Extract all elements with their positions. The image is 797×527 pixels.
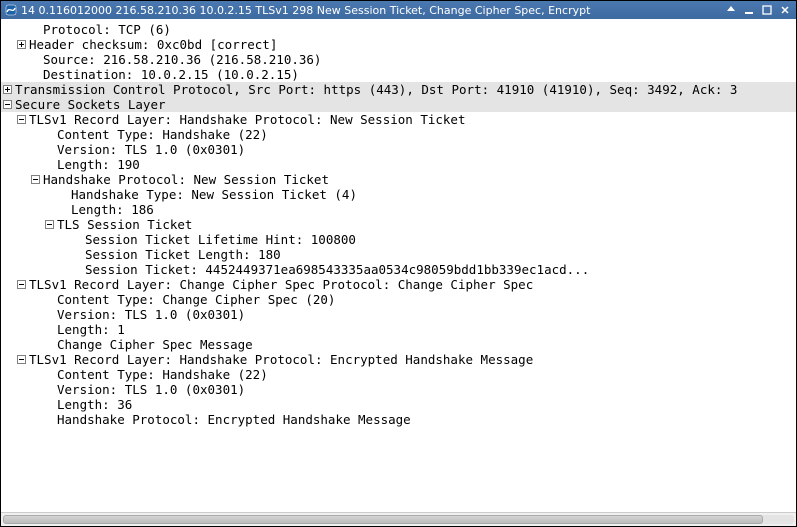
roll-up-icon[interactable] bbox=[724, 3, 738, 17]
collapse-icon[interactable] bbox=[1, 98, 15, 112]
tree-label: Change Cipher Spec Message bbox=[57, 337, 796, 352]
tree-row[interactable]: Version: TLS 1.0 (0x0301) bbox=[1, 307, 796, 322]
tree-label: Secure Sockets Layer bbox=[15, 97, 796, 112]
tree-label: Length: 36 bbox=[57, 397, 796, 412]
tree-row[interactable]: TLSv1 Record Layer: Handshake Protocol: … bbox=[1, 112, 796, 127]
tree-row[interactable]: Session Ticket Length: 180 bbox=[1, 247, 796, 262]
tree-label: TLS Session Ticket bbox=[57, 217, 796, 232]
tree-spacer bbox=[71, 248, 85, 262]
tree-label: Header checksum: 0xc0bd [correct] bbox=[29, 37, 796, 52]
tree-spacer bbox=[57, 188, 71, 202]
tree-label: Session Ticket Lifetime Hint: 100800 bbox=[85, 232, 796, 247]
tree-label: Session Ticket Length: 180 bbox=[85, 247, 796, 262]
tree-row[interactable]: Content Type: Change Cipher Spec (20) bbox=[1, 292, 796, 307]
tree-row[interactable]: Header checksum: 0xc0bd [correct] bbox=[1, 37, 796, 52]
tree-label: TLSv1 Record Layer: Change Cipher Spec P… bbox=[29, 277, 796, 292]
tree-label: Handshake Protocol: New Session Ticket bbox=[43, 172, 796, 187]
tree-row[interactable]: Handshake Protocol: New Session Ticket bbox=[1, 172, 796, 187]
tree-spacer bbox=[43, 413, 57, 427]
tree-label: Handshake Protocol: Encrypted Handshake … bbox=[57, 412, 796, 427]
tree-label: Length: 190 bbox=[57, 157, 796, 172]
tree-spacer bbox=[29, 53, 43, 67]
tree-label: Content Type: Handshake (22) bbox=[57, 127, 796, 142]
tree-spacer bbox=[43, 383, 57, 397]
tree-row[interactable]: Protocol: TCP (6) bbox=[1, 22, 796, 37]
tree-label: Content Type: Change Cipher Spec (20) bbox=[57, 292, 796, 307]
tree-spacer bbox=[29, 68, 43, 82]
tree-row[interactable]: Length: 1 bbox=[1, 322, 796, 337]
tree-spacer bbox=[29, 23, 43, 37]
packet-details-window: 14 0.116012000 216.58.210.36 10.0.2.15 T… bbox=[0, 0, 797, 527]
tree-row[interactable]: Length: 190 bbox=[1, 157, 796, 172]
tree-label: Handshake Type: New Session Ticket (4) bbox=[71, 187, 796, 202]
tree-label: Version: TLS 1.0 (0x0301) bbox=[57, 307, 796, 322]
collapse-icon[interactable] bbox=[29, 173, 43, 187]
tree-spacer bbox=[43, 128, 57, 142]
tree-row[interactable]: Change Cipher Spec Message bbox=[1, 337, 796, 352]
tree-label: Transmission Control Protocol, Src Port:… bbox=[15, 82, 796, 97]
collapse-icon[interactable] bbox=[43, 218, 57, 232]
app-icon bbox=[5, 4, 17, 16]
window-title: 14 0.116012000 216.58.210.36 10.0.2.15 T… bbox=[21, 3, 720, 18]
tree-spacer bbox=[43, 323, 57, 337]
tree-spacer bbox=[43, 308, 57, 322]
tree-spacer bbox=[43, 158, 57, 172]
maximize-icon[interactable] bbox=[760, 3, 774, 17]
tree-label: Version: TLS 1.0 (0x0301) bbox=[57, 382, 796, 397]
tree-row[interactable]: Version: TLS 1.0 (0x0301) bbox=[1, 382, 796, 397]
tree-label: Destination: 10.0.2.15 (10.0.2.15) bbox=[43, 67, 796, 82]
expand-icon[interactable] bbox=[1, 83, 15, 97]
tree-row[interactable]: Secure Sockets Layer bbox=[1, 97, 796, 112]
tree-label: Source: 216.58.210.36 (216.58.210.36) bbox=[43, 52, 796, 67]
tree-label: Session Ticket: 4452449371ea698543335aa0… bbox=[85, 262, 796, 277]
tree-label: Content Type: Handshake (22) bbox=[57, 367, 796, 382]
tree-row[interactable]: Destination: 10.0.2.15 (10.0.2.15) bbox=[1, 67, 796, 82]
tree-row[interactable]: Session Ticket: 4452449371ea698543335aa0… bbox=[1, 262, 796, 277]
tree-spacer bbox=[43, 398, 57, 412]
tree-spacer bbox=[71, 233, 85, 247]
tree-row[interactable]: Session Ticket Lifetime Hint: 100800 bbox=[1, 232, 796, 247]
tree-spacer bbox=[57, 203, 71, 217]
collapse-icon[interactable] bbox=[15, 353, 29, 367]
scrollbar-thumb[interactable] bbox=[3, 515, 763, 524]
tree-row[interactable]: Content Type: Handshake (22) bbox=[1, 127, 796, 142]
tree-label: Version: TLS 1.0 (0x0301) bbox=[57, 142, 796, 157]
tree-label: Length: 186 bbox=[71, 202, 796, 217]
tree-row[interactable]: Source: 216.58.210.36 (216.58.210.36) bbox=[1, 52, 796, 67]
tree-label: TLSv1 Record Layer: Handshake Protocol: … bbox=[29, 112, 796, 127]
tree-row[interactable]: Content Type: Handshake (22) bbox=[1, 367, 796, 382]
tree-row[interactable]: TLSv1 Record Layer: Handshake Protocol: … bbox=[1, 352, 796, 367]
tree-row[interactable]: Length: 186 bbox=[1, 202, 796, 217]
expand-icon[interactable] bbox=[15, 38, 29, 52]
packet-tree-pane[interactable]: Protocol: TCP (6)Header checksum: 0xc0bd… bbox=[1, 19, 796, 512]
tree-spacer bbox=[43, 338, 57, 352]
tree-row[interactable]: Length: 36 bbox=[1, 397, 796, 412]
tree-spacer bbox=[43, 143, 57, 157]
horizontal-scrollbar[interactable] bbox=[1, 512, 796, 526]
tree-spacer bbox=[43, 293, 57, 307]
tree-label: Protocol: TCP (6) bbox=[43, 22, 796, 37]
tree-row[interactable]: TLSv1 Record Layer: Change Cipher Spec P… bbox=[1, 277, 796, 292]
tree-label: Length: 1 bbox=[57, 322, 796, 337]
tree-row[interactable]: TLS Session Ticket bbox=[1, 217, 796, 232]
window-titlebar[interactable]: 14 0.116012000 216.58.210.36 10.0.2.15 T… bbox=[1, 1, 796, 19]
tree-spacer bbox=[43, 368, 57, 382]
tree-row[interactable]: Handshake Type: New Session Ticket (4) bbox=[1, 187, 796, 202]
collapse-icon[interactable] bbox=[15, 113, 29, 127]
minimize-icon[interactable] bbox=[742, 3, 756, 17]
tree-row[interactable]: Transmission Control Protocol, Src Port:… bbox=[1, 82, 796, 97]
tree-label: TLSv1 Record Layer: Handshake Protocol: … bbox=[29, 352, 796, 367]
tree-spacer bbox=[71, 263, 85, 277]
close-icon[interactable] bbox=[778, 3, 792, 17]
collapse-icon[interactable] bbox=[15, 278, 29, 292]
tree-row[interactable]: Handshake Protocol: Encrypted Handshake … bbox=[1, 412, 796, 427]
tree-row[interactable]: Version: TLS 1.0 (0x0301) bbox=[1, 142, 796, 157]
